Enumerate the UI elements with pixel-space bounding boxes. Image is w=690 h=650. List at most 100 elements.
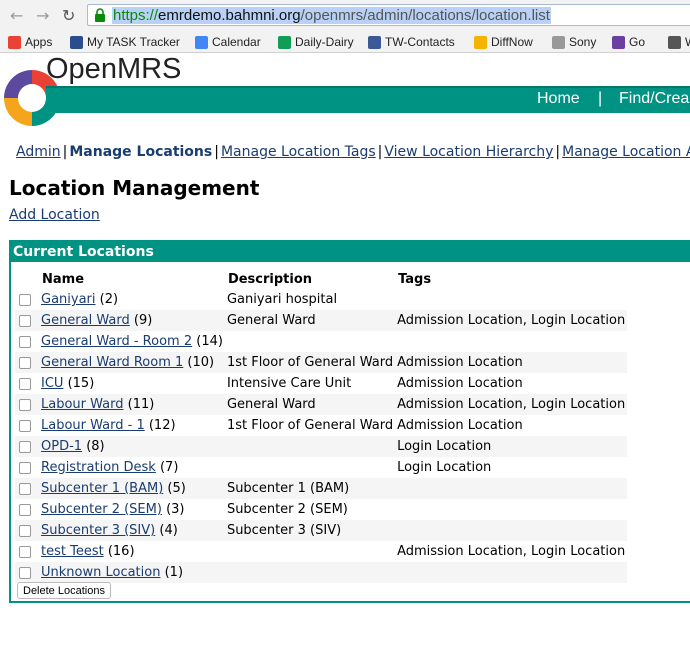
forward-arrow-icon[interactable]: → (36, 6, 49, 25)
row-checkbox[interactable] (19, 293, 31, 306)
nav-admin-link[interactable]: Admin (16, 144, 61, 160)
bookmark-w[interactable]: W (668, 35, 690, 49)
row-checkbox[interactable] (19, 461, 31, 474)
location-tags (395, 499, 628, 520)
row-checkbox[interactable] (19, 440, 31, 453)
diffnow-icon (474, 35, 487, 49)
location-count: (15) (67, 376, 95, 391)
nav-manage-tags-link[interactable]: Manage Location Tags (221, 144, 376, 160)
location-name-link[interactable]: Labour Ward - 1 (41, 418, 145, 433)
location-name-link[interactable]: Subcenter 2 (SEM) (41, 502, 162, 517)
table-row: OPD-1 (8) Login Location (15, 436, 628, 457)
bookmark-calendar[interactable]: Calendar (195, 35, 261, 49)
location-name-link[interactable]: OPD-1 (41, 439, 82, 454)
delete-locations-button[interactable]: Delete Locations (17, 582, 111, 599)
header-bar: Home | Find/Crea (46, 86, 690, 113)
table-row: General Ward - Room 2 (14) (15, 331, 628, 352)
location-tags: Admission Location, Login Location (395, 541, 628, 562)
bookmark-sony[interactable]: Sony (552, 35, 596, 49)
location-description (224, 541, 396, 562)
row-checkbox[interactable] (19, 503, 31, 516)
location-description: 1st Floor of General Ward (224, 352, 396, 373)
location-description: Subcenter 1 (BAM) (224, 478, 396, 499)
table-row: Labour Ward (11) General Ward Admission Lo… (15, 394, 628, 415)
row-checkbox[interactable] (19, 566, 31, 579)
table-row: Unknown Location (1) (15, 562, 628, 583)
header-name: Name (42, 272, 85, 287)
row-checkbox[interactable] (19, 524, 31, 537)
location-tags: Admission Location (395, 415, 628, 436)
location-description (224, 331, 396, 352)
table-row: General Ward (9) General Ward Admission Lo… (15, 310, 628, 331)
location-name-link[interactable]: General Ward - Room 2 (41, 334, 192, 349)
nav-home[interactable]: Home (537, 90, 580, 108)
admin-nav: Admin | Manage Locations | Manage Location T… (16, 144, 690, 160)
bookmark-diffnow[interactable]: DiffNow (474, 35, 533, 49)
location-count: (16) (107, 544, 135, 559)
location-name-link[interactable]: test Teest (41, 544, 104, 559)
row-checkbox[interactable] (19, 314, 31, 327)
reload-icon[interactable]: ↻ (62, 6, 75, 25)
location-description (224, 457, 396, 478)
url-input[interactable]: https://emrdemo.bahmni.org/openmrs/admin… (87, 4, 690, 26)
bookmark-my-task-tracker[interactable]: My TASK Tracker (70, 35, 180, 49)
location-name-link[interactable]: Unknown Location (41, 565, 160, 580)
location-description (224, 436, 396, 457)
location-tags: Admission Location (395, 373, 628, 394)
location-name-link[interactable]: Ganiyari (41, 292, 96, 307)
row-checkbox[interactable] (19, 356, 31, 369)
location-description: Subcenter 3 (SIV) (224, 520, 396, 541)
location-count: (14) (196, 334, 223, 349)
location-name-link[interactable]: Subcenter 1 (BAM) (41, 481, 163, 496)
table-row: Registration Desk (7) Login Location (15, 457, 628, 478)
row-checkbox[interactable] (19, 482, 31, 495)
location-count: (2) (99, 292, 119, 307)
bookmark-tw-contacts[interactable]: TW-Contacts (368, 35, 455, 49)
table-row: Subcenter 2 (SEM) (3) Subcenter 2 (SEM) (15, 499, 628, 520)
row-checkbox[interactable] (19, 335, 31, 348)
location-name-link[interactable]: Labour Ward (41, 397, 124, 412)
location-tags (395, 331, 628, 352)
row-checkbox[interactable] (19, 545, 31, 558)
table-row: General Ward Room 1 (10) 1st Floor of Gen… (15, 352, 628, 373)
bookmark-daily-dairy[interactable]: Daily-Dairy (278, 35, 354, 49)
location-tags: Login Location (395, 457, 628, 478)
location-count: (1) (164, 565, 184, 580)
table-row: ICU (15) Intensive Care Unit Admission Loc… (15, 373, 628, 394)
bookmarks-bar: Apps My TASK Tracker Calendar Daily-Dairy TW… (0, 31, 690, 53)
row-checkbox[interactable] (19, 377, 31, 390)
table-row: test Teest (16) Admission Location, Login… (15, 541, 628, 562)
location-description (224, 562, 396, 583)
location-tags (395, 520, 628, 541)
header-description: Description (227, 272, 313, 287)
location-name-link[interactable]: Subcenter 3 (SIV) (41, 523, 155, 538)
location-count: (9) (133, 313, 153, 328)
location-count: (3) (166, 502, 185, 517)
tracker-icon (70, 35, 83, 49)
location-name-link[interactable]: ICU (41, 376, 63, 391)
location-count: (11) (127, 397, 155, 412)
location-name-link[interactable]: General Ward Room 1 (41, 355, 183, 370)
location-count: (7) (159, 460, 179, 475)
back-arrow-icon[interactable]: ← (10, 6, 23, 25)
location-name-link[interactable]: General Ward (41, 313, 130, 328)
nav-find-create[interactable]: Find/Crea (619, 90, 689, 108)
nav-manage-attributes-link[interactable]: Manage Location A (562, 144, 690, 160)
row-checkbox[interactable] (19, 398, 31, 411)
folder-icon (552, 35, 565, 49)
location-description: General Ward (224, 394, 396, 415)
bookmark-apps[interactable]: Apps (8, 35, 52, 49)
url-text: https://emrdemo.bahmni.org/openmrs/admin… (112, 7, 551, 24)
location-count: (10) (187, 355, 215, 370)
table-row: Subcenter 3 (SIV) (4) Subcenter 3 (SIV) (15, 520, 628, 541)
logo-text[interactable]: OpenMRS (46, 53, 181, 86)
add-location-link[interactable]: Add Location (9, 207, 100, 223)
lock-icon (95, 8, 105, 22)
location-name-link[interactable]: Registration Desk (41, 460, 156, 475)
table-row: Ganiyari (2) Ganiyari hospital (15, 289, 628, 310)
location-tags: Admission Location, Login Location (395, 310, 628, 331)
location-count: (5) (167, 481, 186, 496)
bookmark-go[interactable]: Go (612, 35, 645, 49)
nav-view-hierarchy-link[interactable]: View Location Hierarchy (384, 144, 553, 160)
row-checkbox[interactable] (19, 419, 31, 432)
